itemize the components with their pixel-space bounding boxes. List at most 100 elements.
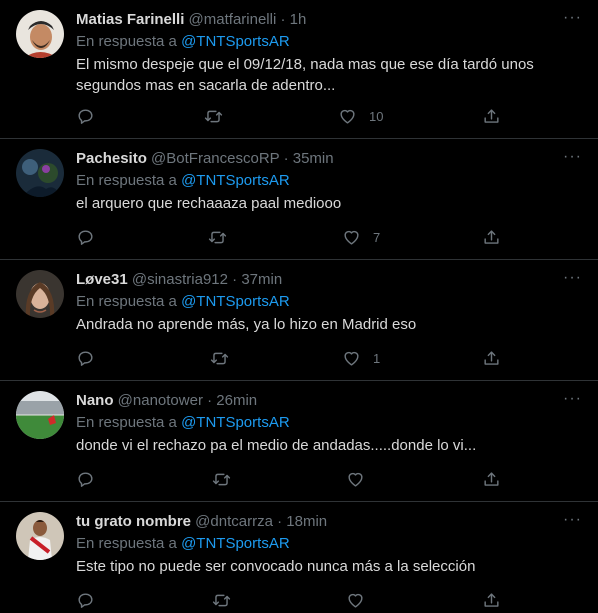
- avatar[interactable]: [16, 391, 64, 439]
- tweet-text: Este tipo no puede ser convocado nunca m…: [76, 558, 476, 575]
- tweet-actions: 1: [76, 349, 518, 371]
- tweet-header: Nano @nanotower · 26min: [76, 391, 584, 411]
- separator-dot: ·: [277, 513, 283, 530]
- heart-icon: [340, 109, 355, 124]
- retweet-icon: [212, 594, 231, 607]
- share-icon: [484, 593, 499, 607]
- reply-context: En respuesta a @TNTSportsAR: [76, 534, 584, 554]
- display-name[interactable]: tu grato nombre: [76, 513, 191, 530]
- like-count: 7: [373, 230, 381, 245]
- like-button[interactable]: 7: [342, 228, 380, 247]
- tweet-text: El mismo despeje que el 09/12/18, nada m…: [76, 56, 534, 94]
- timestamp[interactable]: 26min: [216, 392, 257, 409]
- tweet[interactable]: Matias Farinelli @matfarinelli · 1h En r…: [0, 0, 598, 139]
- more-options-icon[interactable]: ···: [563, 512, 582, 528]
- like-button[interactable]: 1: [342, 349, 380, 368]
- tweet-text: el arquero que rechaaaza paal mediooo: [76, 195, 342, 212]
- reply-prefix: En respuesta a: [76, 293, 177, 310]
- share-icon: [484, 472, 499, 486]
- mention-link[interactable]: @TNTSportsAR: [181, 172, 290, 189]
- tweet-actions: 7: [76, 228, 518, 250]
- username[interactable]: @nanotower: [118, 392, 203, 409]
- avatar[interactable]: [16, 10, 64, 58]
- tweet[interactable]: Løve31 @sinastria912 · 37min En respuest…: [0, 260, 598, 381]
- heart-icon: [344, 230, 359, 245]
- avatar[interactable]: [16, 512, 64, 560]
- like-button[interactable]: [346, 470, 377, 489]
- display-name[interactable]: Pachesito: [76, 150, 147, 167]
- share-button[interactable]: [482, 591, 501, 610]
- timestamp[interactable]: 18min: [286, 513, 327, 530]
- reply-button[interactable]: [76, 470, 95, 489]
- reply-prefix: En respuesta a: [76, 172, 177, 189]
- share-icon: [484, 351, 499, 365]
- separator-dot: ·: [283, 150, 289, 167]
- display-name[interactable]: Matias Farinelli: [76, 11, 184, 28]
- tweet-text: donde vi el rechazo pa el medio de andad…: [76, 437, 477, 454]
- reply-context: En respuesta a @TNTSportsAR: [76, 32, 584, 52]
- reply-context: En respuesta a @TNTSportsAR: [76, 171, 584, 191]
- tweet[interactable]: Pachesito @BotFrancescoRP · 35min En res…: [0, 139, 598, 260]
- avatar[interactable]: [16, 270, 64, 318]
- retweet-icon: [212, 473, 231, 486]
- tweet[interactable]: Nano @nanotower · 26min En respuesta a @…: [0, 381, 598, 502]
- timestamp[interactable]: 1h: [290, 11, 307, 28]
- reply-button[interactable]: [76, 349, 95, 368]
- reply-icon: [78, 472, 93, 487]
- retweet-button[interactable]: [212, 470, 231, 489]
- more-options-icon[interactable]: ···: [563, 270, 582, 286]
- more-options-icon[interactable]: ···: [563, 391, 582, 407]
- display-name[interactable]: Nano: [76, 392, 114, 409]
- username[interactable]: @dntcarrza: [195, 513, 273, 530]
- mention-link[interactable]: @TNTSportsAR: [181, 414, 290, 431]
- mention-link[interactable]: @TNTSportsAR: [181, 33, 290, 50]
- like-button[interactable]: [346, 591, 377, 610]
- share-icon: [484, 230, 499, 244]
- like-button[interactable]: 10: [338, 107, 383, 126]
- mention-link[interactable]: @TNTSportsAR: [181, 293, 290, 310]
- share-button[interactable]: [482, 228, 501, 247]
- tweet[interactable]: tu grato nombre @dntcarrza · 18min En re…: [0, 502, 598, 612]
- reply-prefix: En respuesta a: [76, 33, 177, 50]
- reply-icon: [78, 593, 93, 608]
- share-button[interactable]: [482, 470, 501, 489]
- heart-icon: [348, 472, 363, 487]
- tweet-header: Pachesito @BotFrancescoRP · 35min: [76, 149, 584, 169]
- retweet-button[interactable]: [210, 349, 229, 368]
- more-options-icon[interactable]: ···: [563, 10, 582, 26]
- retweet-button[interactable]: [208, 228, 227, 247]
- timestamp[interactable]: 37min: [241, 271, 282, 288]
- reply-button[interactable]: [76, 107, 95, 126]
- retweet-icon: [210, 352, 229, 365]
- reply-button[interactable]: [76, 591, 95, 610]
- username[interactable]: @BotFrancescoRP: [151, 150, 279, 167]
- more-options-icon[interactable]: ···: [563, 149, 582, 165]
- share-button[interactable]: [482, 349, 501, 368]
- retweet-button[interactable]: [204, 107, 223, 126]
- like-count: 1: [373, 351, 381, 366]
- reply-icon: [78, 230, 93, 245]
- display-name[interactable]: Løve31: [76, 271, 128, 288]
- tweet-actions: [76, 470, 518, 492]
- reply-button[interactable]: [76, 228, 95, 247]
- separator-dot: ·: [232, 271, 238, 288]
- separator-dot: ·: [207, 392, 213, 409]
- mention-link[interactable]: @TNTSportsAR: [181, 535, 290, 552]
- avatar[interactable]: [16, 149, 64, 197]
- tweet-header: tu grato nombre @dntcarrza · 18min: [76, 512, 584, 532]
- tweet-header: Matias Farinelli @matfarinelli · 1h: [76, 10, 584, 30]
- heart-icon: [348, 593, 363, 608]
- reply-icon: [78, 109, 93, 124]
- username[interactable]: @matfarinelli: [189, 11, 277, 28]
- tweet-header: Løve31 @sinastria912 · 37min: [76, 270, 584, 290]
- retweet-icon: [208, 231, 227, 244]
- tweet-actions: [76, 591, 518, 613]
- retweet-button[interactable]: [212, 591, 231, 610]
- tweet-actions: 10: [76, 107, 518, 129]
- timestamp[interactable]: 35min: [293, 150, 334, 167]
- share-button[interactable]: [482, 107, 501, 126]
- username[interactable]: @sinastria912: [132, 271, 228, 288]
- heart-icon: [344, 351, 359, 366]
- share-icon: [484, 109, 499, 123]
- reply-prefix: En respuesta a: [76, 414, 177, 431]
